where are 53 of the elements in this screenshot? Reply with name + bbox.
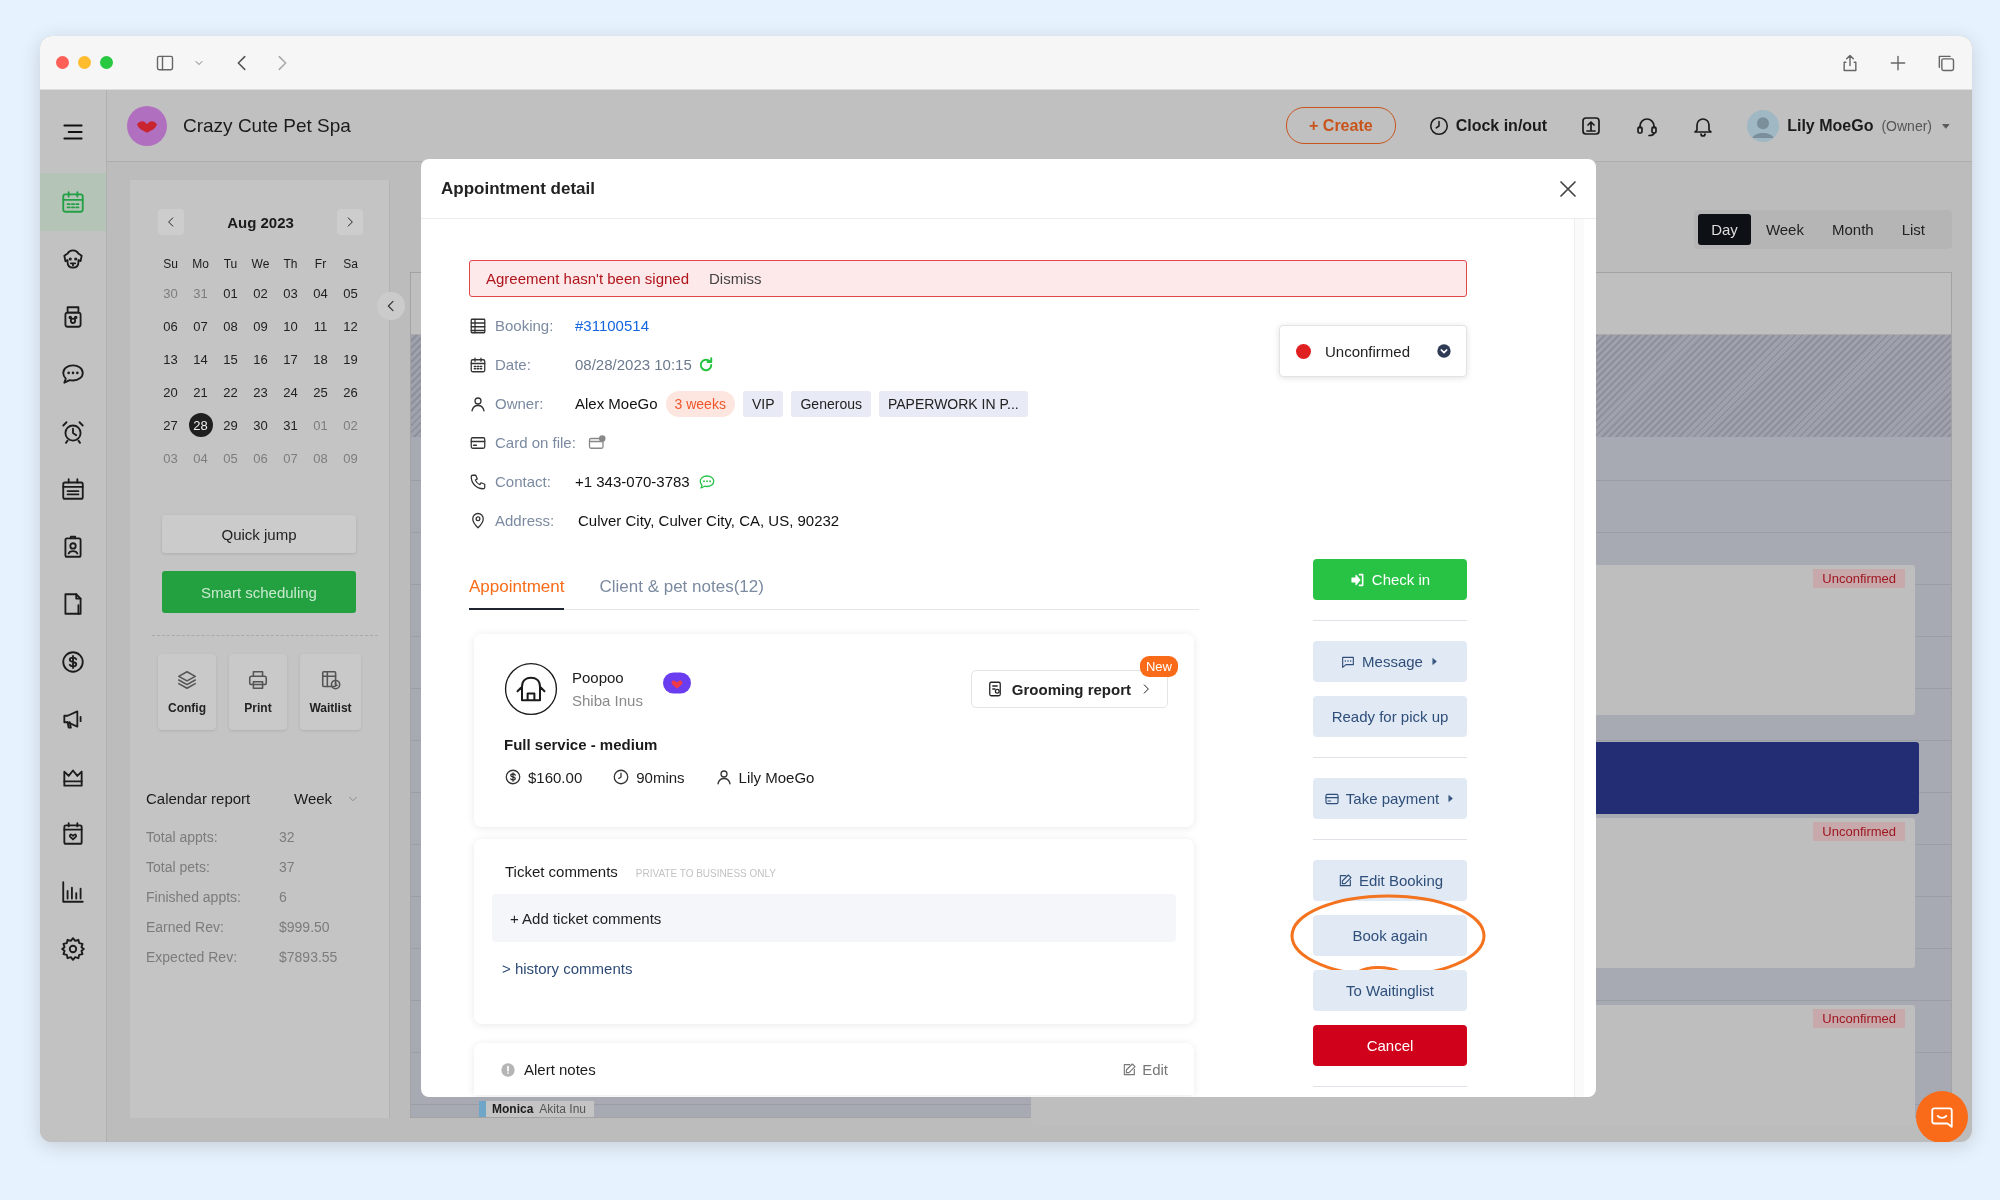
field-value: 08/28/2023 10:15	[575, 356, 692, 373]
status-label: Unconfirmed	[1325, 342, 1412, 360]
new-badge: New	[1140, 656, 1178, 677]
pet-name: Monica	[492, 1102, 534, 1116]
client-tag: Generous	[791, 390, 871, 417]
status-tag: Unconfirmed	[1813, 569, 1905, 588]
stat-value: 37	[279, 859, 296, 875]
pet-breed: Shiba Inus	[572, 692, 643, 709]
service-name: Full service - medium	[504, 736, 659, 753]
weekday-label: Fr	[313, 256, 328, 273]
month-title: Aug 2023	[227, 213, 294, 231]
card-title: Ticket comments	[505, 863, 618, 880]
field-value: Alex MoeGo	[575, 395, 658, 412]
stat-value: 6	[279, 889, 288, 905]
field-label: Owner:	[495, 395, 545, 412]
weekday-label: We	[250, 256, 271, 273]
dialog-title: Appointment detail	[441, 178, 595, 199]
status-tag: Unconfirmed	[1813, 1009, 1905, 1028]
service-price: $160.00	[528, 768, 583, 786]
stat-label: Total appts:	[146, 829, 219, 845]
report-title: Calendar report	[146, 790, 252, 807]
pet-name: Poopoo	[572, 669, 625, 686]
status-tag: Unconfirmed	[1813, 822, 1905, 841]
stat-value: $7893.55	[279, 949, 339, 965]
service-duration: 90mins	[636, 768, 685, 786]
weekday-label: Th	[282, 256, 299, 273]
weekday-label: Mo	[191, 256, 210, 273]
field-label: Date:	[495, 356, 532, 373]
weekday-label: Su	[162, 256, 179, 273]
card-title: Alert notes	[524, 1061, 596, 1078]
user-role: (Owner)	[1881, 117, 1932, 134]
business-name: Crazy Cute Pet Spa	[183, 114, 351, 137]
stat-label: Expected Rev:	[146, 949, 239, 965]
client-tag: PAPERWORK IN P...	[878, 390, 1028, 417]
privacy-note: PRIVATE TO BUSINESS ONLY	[635, 868, 777, 879]
field-value: Culver City, Culver City, CA, US, 90232	[578, 512, 840, 529]
field-label: Card on file:	[495, 434, 576, 451]
frequency-tag: 3 weeks	[665, 390, 735, 417]
stat-value: 32	[279, 829, 296, 845]
staff-name: Lily MoeGo	[738, 768, 815, 786]
stat-label: Finished appts:	[146, 889, 242, 905]
client-tag: VIP	[742, 390, 784, 417]
stat-value: $999.50	[279, 919, 331, 935]
stat-label: Earned Rev:	[146, 919, 225, 935]
alert-message: Agreement hasn't been signed	[486, 270, 689, 287]
field-value: +1 343-070-3783	[575, 473, 690, 490]
weekday-label: Tu	[222, 256, 239, 273]
field-label: Contact:	[495, 473, 552, 490]
pet-breed: Akita Inu	[539, 1102, 587, 1116]
field-label: Booking:	[495, 317, 555, 334]
stat-label: Total pets:	[146, 859, 211, 875]
field-label: Address:	[495, 512, 556, 529]
weekday-label: Sa	[342, 256, 359, 273]
